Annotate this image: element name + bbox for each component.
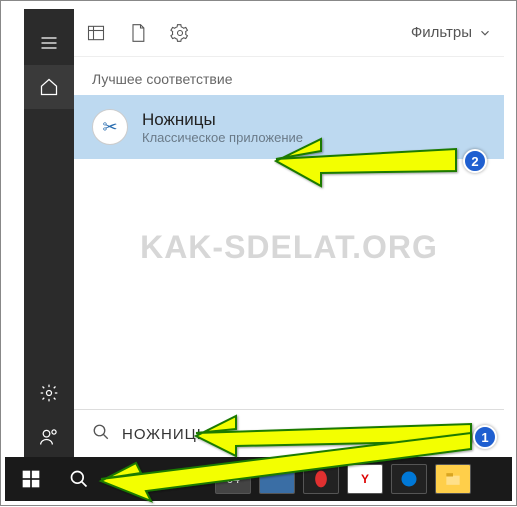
result-title: Ножницы — [142, 110, 303, 130]
search-main-area: Фильтры Лучшее соответствие ✂ Ножницы Кл… — [74, 9, 504, 459]
search-input[interactable] — [122, 426, 486, 443]
settings-scope-icon[interactable] — [170, 23, 190, 43]
start-button[interactable] — [11, 459, 51, 499]
search-input-bar[interactable] — [74, 409, 504, 459]
home-icon[interactable] — [24, 65, 74, 109]
settings-gear-icon[interactable] — [24, 371, 74, 415]
best-match-header: Лучшее соответствие — [74, 57, 504, 95]
documents-scope-icon[interactable] — [128, 23, 148, 43]
taskbar-app-edge[interactable] — [391, 464, 427, 494]
filters-dropdown[interactable]: Фильтры — [411, 24, 492, 41]
taskbar-app-1[interactable]: 64 — [215, 464, 251, 494]
snipping-tool-icon: ✂ — [92, 109, 128, 145]
windows-taskbar: 64 Y — [5, 457, 512, 501]
filters-label: Фильтры — [411, 24, 472, 41]
chevron-down-icon — [478, 26, 492, 40]
cortana-search-panel: Фильтры Лучшее соответствие ✂ Ножницы Кл… — [24, 9, 504, 459]
taskbar-app-2[interactable] — [259, 464, 295, 494]
watermark-text: KAK-SDELAT.ORG — [74, 229, 504, 266]
taskbar-app-opera[interactable] — [303, 464, 339, 494]
feedback-icon[interactable] — [24, 415, 74, 459]
taskbar-app-explorer[interactable] — [435, 464, 471, 494]
search-top-bar: Фильтры — [74, 9, 504, 57]
taskbar-search-icon[interactable] — [59, 459, 99, 499]
search-left-rail — [24, 9, 74, 459]
search-icon — [92, 423, 110, 446]
apps-scope-icon[interactable] — [86, 23, 106, 43]
hamburger-menu-icon[interactable] — [24, 21, 74, 65]
taskbar-app-yandex[interactable]: Y — [347, 464, 383, 494]
search-result-item[interactable]: ✂ Ножницы Классическое приложение — [74, 95, 504, 159]
result-subtitle: Классическое приложение — [142, 130, 303, 145]
